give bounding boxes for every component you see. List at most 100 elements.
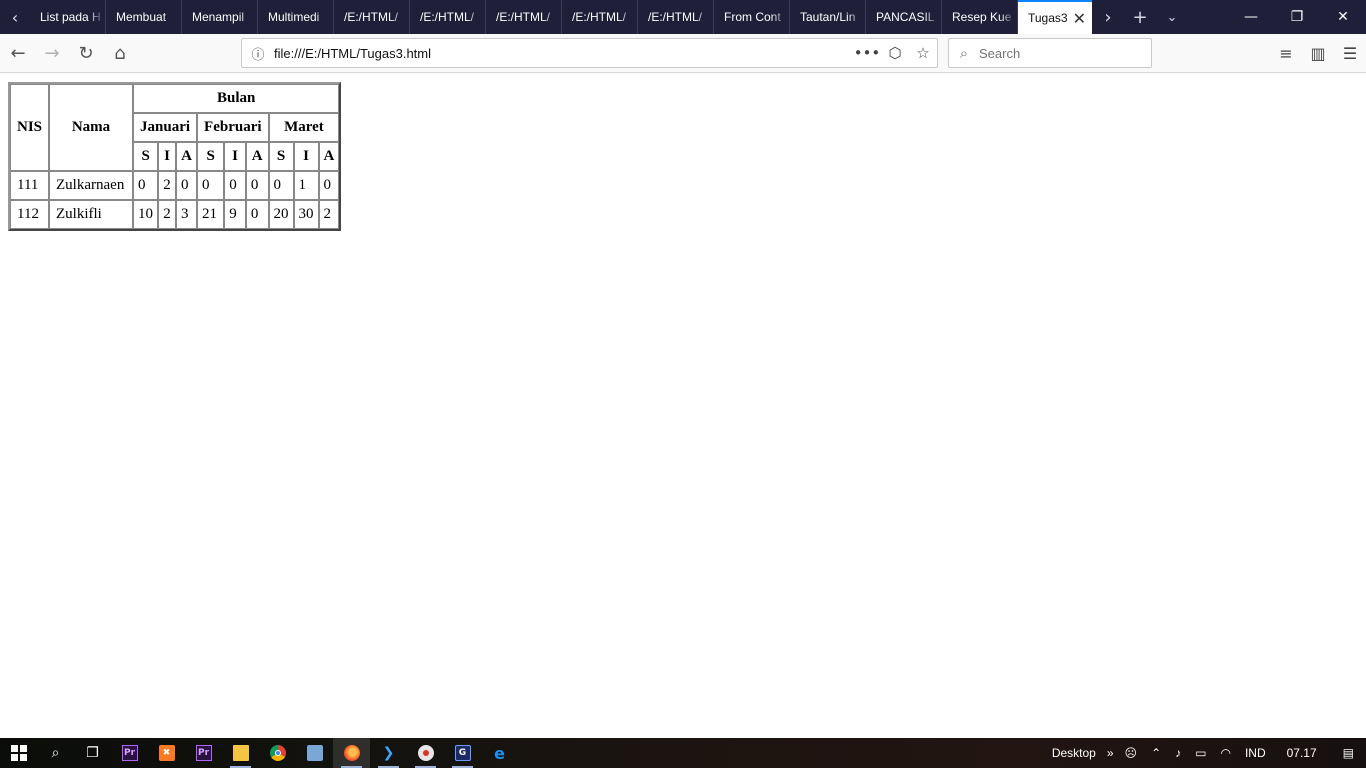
premiere-pro-icon[interactable]: Pr: [111, 738, 148, 768]
tab[interactable]: Menampil: [182, 0, 258, 34]
tab-strip: ‹ List pada H Membuat Menampil Multimedi…: [0, 0, 1366, 34]
cell-value: 0: [175, 171, 198, 200]
language-indicator[interactable]: IND: [1238, 746, 1273, 760]
cell-value: 30: [293, 200, 319, 229]
plus-icon: +: [1132, 6, 1148, 28]
tab[interactable]: Resep Kue: [942, 0, 1018, 34]
home-icon: ⌂: [114, 42, 126, 64]
premiere-pro-icon[interactable]: Pr: [185, 738, 222, 768]
bookmark-star-icon[interactable]: ☆: [909, 44, 937, 62]
list-all-tabs-button[interactable]: ⌄: [1156, 0, 1188, 34]
forward-button[interactable]: →: [36, 37, 68, 69]
cell-value: 0: [245, 200, 269, 229]
firefox-icon[interactable]: [333, 738, 370, 768]
tab[interactable]: /E:/HTML/: [638, 0, 714, 34]
cell-value: 2: [158, 200, 176, 229]
tab-scroll-right-button[interactable]: ›: [1092, 0, 1124, 34]
edge-icon[interactable]: e: [481, 738, 518, 768]
close-icon: ✕: [1337, 9, 1349, 25]
new-tab-button[interactable]: +: [1124, 0, 1156, 34]
header-sub: A: [175, 142, 198, 171]
home-button[interactable]: ⌂: [104, 37, 136, 69]
chevron-left-icon: ‹: [11, 7, 19, 27]
header-sub: S: [197, 142, 225, 171]
cell-value: 0: [245, 171, 269, 200]
notification-icon[interactable]: ▤: [1331, 746, 1366, 760]
toolbar-right: ≡ ▥ ☰: [1270, 34, 1366, 73]
cell-value: 2: [158, 171, 176, 200]
windows-start-icon[interactable]: [0, 738, 37, 768]
active-tab[interactable]: Tugas3 ✕: [1018, 0, 1092, 34]
header-nis: NIS: [10, 84, 50, 171]
cell-value: 0: [224, 171, 246, 200]
cell-value: 2: [318, 200, 340, 229]
cell-value: 20: [268, 200, 294, 229]
file-explorer-icon[interactable]: [222, 738, 259, 768]
wifi-icon[interactable]: ◠: [1213, 746, 1237, 760]
chevron-down-icon: ⌄: [1166, 9, 1178, 25]
chevron-double-right-icon[interactable]: »: [1103, 746, 1118, 760]
clock[interactable]: 07.17: [1273, 746, 1331, 760]
tab[interactable]: Tautan/Lin: [790, 0, 866, 34]
virtualbox-icon[interactable]: [296, 738, 333, 768]
url-text[interactable]: file:///E:/HTML/Tugas3.html: [274, 46, 431, 61]
header-sub: A: [245, 142, 269, 171]
pocket-icon[interactable]: ⬡: [881, 44, 909, 62]
volume-icon[interactable]: ♪: [1168, 746, 1188, 760]
header-bulan: Bulan: [133, 84, 340, 113]
tab[interactable]: /E:/HTML/: [486, 0, 562, 34]
cell-nama: Zulkarnaen: [49, 171, 134, 200]
cell-value: 21: [197, 200, 225, 229]
chevron-up-icon[interactable]: ⌃: [1144, 746, 1168, 760]
header-month: Maret: [268, 113, 340, 142]
back-button[interactable]: ←: [2, 37, 34, 69]
close-window-button[interactable]: ✕: [1320, 0, 1366, 34]
search-bar[interactable]: ⌕: [948, 38, 1152, 68]
chevron-right-icon: ›: [1104, 6, 1112, 28]
chrome-icon[interactable]: [259, 738, 296, 768]
desktop-toolbar-label[interactable]: Desktop: [1045, 746, 1103, 760]
arrow-left-icon: ←: [10, 42, 26, 64]
task-view-icon[interactable]: ❐: [74, 738, 111, 768]
tab[interactable]: PANCASIL: [866, 0, 942, 34]
arrow-right-icon: →: [44, 42, 60, 64]
library-icon[interactable]: ≡: [1270, 44, 1302, 63]
reload-button[interactable]: ↻: [70, 37, 102, 69]
table-row: 112 Zulkifli 10 2 3 21 9 0 20 30 2: [10, 200, 340, 229]
info-icon[interactable]: ⓘ: [242, 44, 274, 63]
minimize-button[interactable]: —: [1228, 0, 1274, 34]
tab[interactable]: List pada H: [30, 0, 106, 34]
tab[interactable]: /E:/HTML/: [562, 0, 638, 34]
people-icon[interactable]: ☹: [1118, 746, 1145, 760]
cell-value: 1: [293, 171, 319, 200]
xampp-icon[interactable]: ✖: [148, 738, 185, 768]
restore-icon: ❐: [1290, 9, 1304, 25]
cell-value: 10: [133, 200, 159, 229]
page-actions-menu-icon[interactable]: •••: [853, 44, 881, 62]
tab[interactable]: Membuat: [106, 0, 182, 34]
app-icon[interactable]: G: [444, 738, 481, 768]
battery-icon[interactable]: ▭: [1188, 746, 1213, 760]
table-row: 111 Zulkarnaen 0 2 0 0 0 0 0 1 0: [10, 171, 340, 200]
search-icon[interactable]: ⌕: [37, 738, 74, 768]
header-sub: S: [133, 142, 159, 171]
taskbar: ⌕ ❐ Pr ✖ Pr ❯ G e Desktop » ☹ ⌃ ♪ ▭ ◠ IN…: [0, 738, 1366, 768]
tab[interactable]: From Cont: [714, 0, 790, 34]
tab-scroll-left-button[interactable]: ‹: [0, 0, 30, 34]
cell-value: 0: [133, 171, 159, 200]
vscode-icon[interactable]: ❯: [370, 738, 407, 768]
search-input[interactable]: [979, 45, 1139, 61]
tab[interactable]: /E:/HTML/: [410, 0, 486, 34]
close-tab-icon[interactable]: ✕: [1073, 9, 1086, 29]
header-sub: I: [224, 142, 246, 171]
sidebar-icon[interactable]: ▥: [1302, 44, 1334, 63]
paint-app-icon[interactable]: [407, 738, 444, 768]
tab[interactable]: Multimedi: [258, 0, 334, 34]
cell-nama: Zulkifli: [49, 200, 134, 229]
hamburger-menu-icon[interactable]: ☰: [1334, 44, 1366, 63]
tab[interactable]: /E:/HTML/: [334, 0, 410, 34]
header-sub: I: [293, 142, 319, 171]
cell-value: 0: [197, 171, 225, 200]
address-bar[interactable]: ⓘ file:///E:/HTML/Tugas3.html ••• ⬡ ☆: [241, 38, 938, 68]
restore-button[interactable]: ❐: [1274, 0, 1320, 34]
